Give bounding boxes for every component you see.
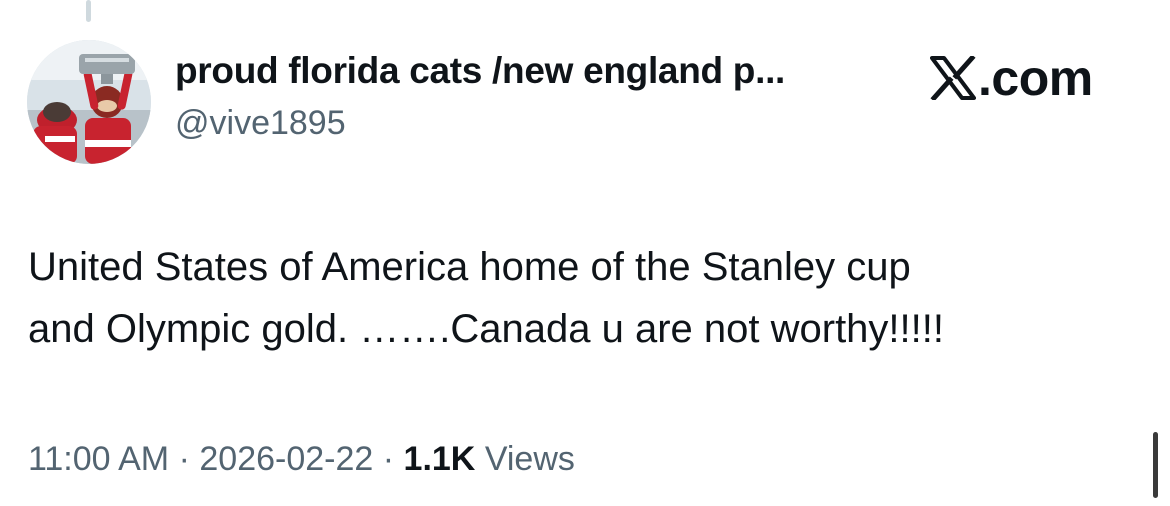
tweet-metadata: 11:00 AM · 2026-02-22 · 1.1K Views [28,440,575,479]
meta-separator: · [178,440,190,478]
site-badge[interactable]: .com [930,50,1093,106]
tweet-time[interactable]: 11:00 AM [28,440,169,478]
avatar[interactable] [27,40,151,164]
meta-separator: · [382,440,395,478]
thread-connector-line [86,0,91,22]
author-handle[interactable]: @vive1895 [175,104,346,143]
tweet-text-line: United States of America home of the Sta… [28,245,911,289]
views-label: Views [484,440,575,478]
tweet-date[interactable]: 2026-02-22 [199,440,373,478]
x-logo-icon [930,56,976,100]
tweet-text-line: and Olympic gold. …….Canada u are not wo… [28,307,944,351]
site-domain-text: .com [978,50,1093,106]
views-count: 1.1K [403,440,476,478]
author-display-name[interactable]: proud florida cats /new england p... [175,50,785,92]
scrollbar[interactable] [1153,432,1158,498]
tweet-text: United States of America home of the Sta… [28,236,1138,360]
